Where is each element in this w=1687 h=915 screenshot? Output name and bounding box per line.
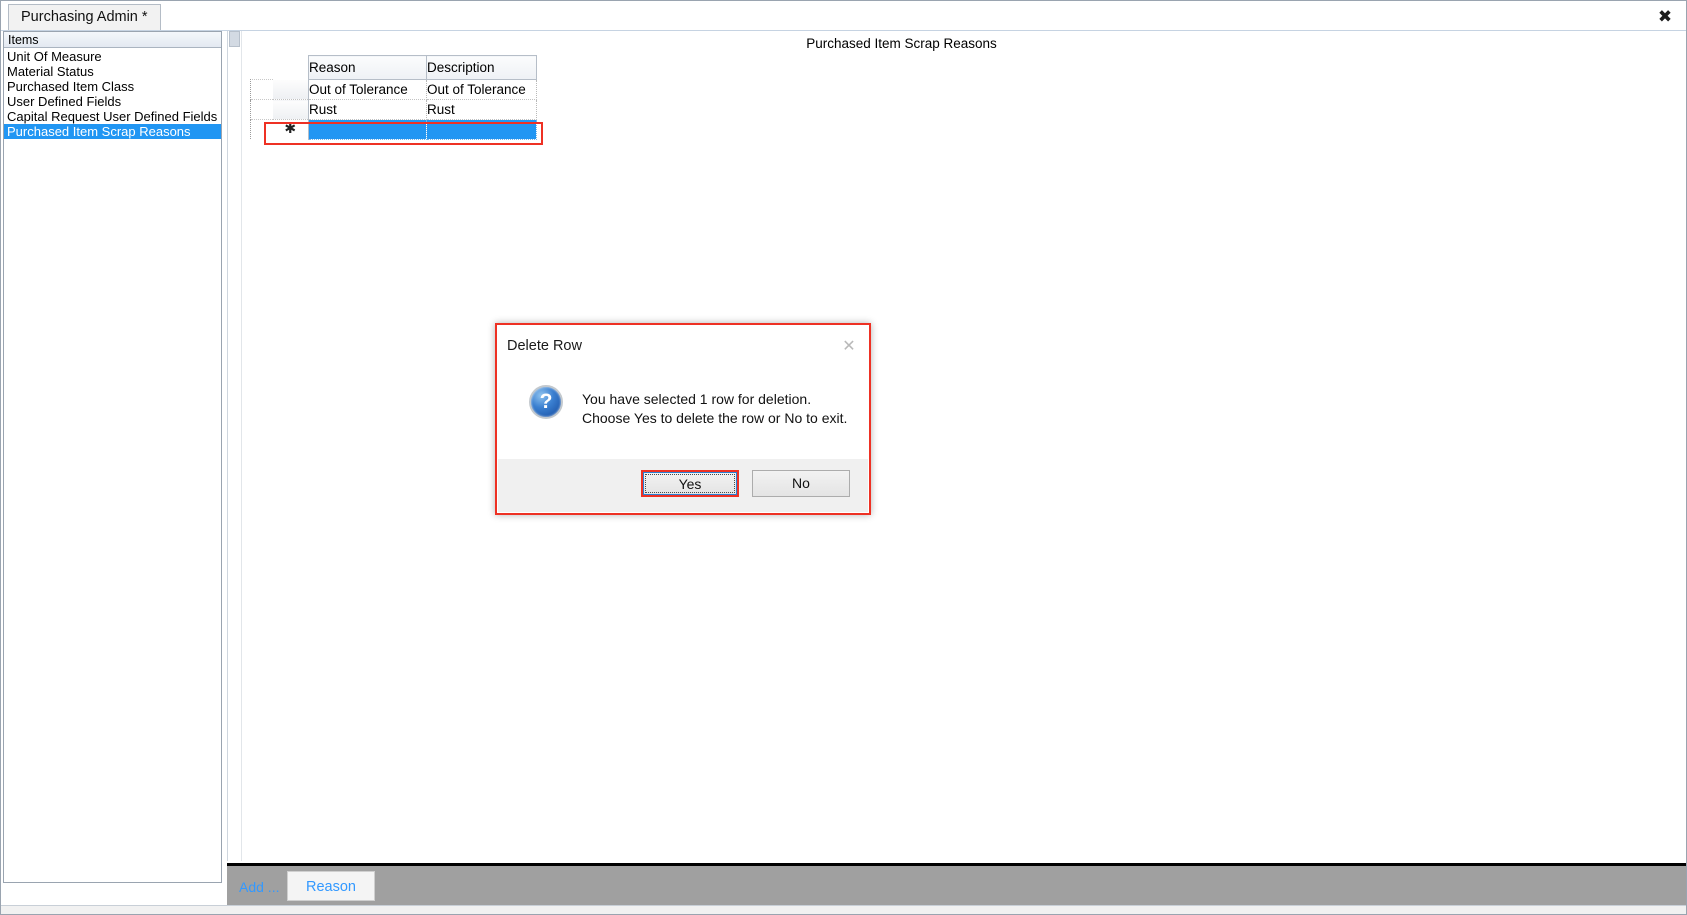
cell-value: Out of Tolerance — [427, 82, 526, 97]
sidebar-item-purchased-item-scrap-reasons[interactable]: Purchased Item Scrap Reasons — [4, 124, 221, 139]
no-button-label: No — [792, 475, 810, 491]
cell-value: Rust — [309, 102, 337, 117]
close-glyph: ✕ — [842, 336, 856, 355]
status-strip — [1, 905, 1686, 914]
sidebar-item-label: User Defined Fields — [7, 94, 122, 109]
cell-description[interactable] — [426, 119, 537, 140]
sidebar-item-label: Capital Request User Defined Fields — [7, 109, 218, 124]
tab-label: Purchasing Admin * — [21, 9, 148, 25]
dialog-footer: Yes No — [498, 459, 868, 512]
sidebar-item-label: Unit Of Measure — [7, 49, 102, 64]
close-icon[interactable]: ✖ — [1655, 7, 1675, 27]
asterisk-icon: ✱ — [284, 121, 297, 137]
sidebar-item-user-defined-fields[interactable]: User Defined Fields — [4, 94, 221, 109]
close-glyph: ✖ — [1657, 7, 1673, 27]
grid-body: Out of Tolerance Out of Tolerance Rust R… — [250, 79, 537, 140]
row-selector[interactable] — [272, 99, 309, 120]
dialog-title-text: Delete Row — [507, 338, 582, 354]
grid-table: Reason Description Out of Tolerance Out … — [250, 55, 537, 140]
cell-description[interactable]: Rust — [426, 99, 537, 120]
cell-reason[interactable]: Rust — [308, 99, 427, 120]
bottom-toolbar: Add ... Reason — [227, 863, 1686, 905]
dialog-body: ? You have selected 1 row for deletion. … — [498, 360, 868, 464]
add-label-text: Add ... — [239, 879, 280, 895]
page-title: Purchased Item Scrap Reasons — [228, 36, 1685, 51]
table-row[interactable]: Out of Tolerance Out of Tolerance — [250, 79, 537, 100]
yes-button-label: Yes — [678, 476, 702, 492]
items-panel-title: Items — [8, 33, 39, 47]
sidebar-item-unit-of-measure[interactable]: Unit Of Measure — [4, 49, 221, 64]
grid-header-row: Reason Description — [251, 55, 537, 80]
dialog-message-line-2: Choose Yes to delete the row or No to ex… — [582, 410, 848, 426]
delete-row-dialog: Delete Row ✕ ? You have selected 1 row f… — [495, 323, 871, 515]
cell-description[interactable]: Out of Tolerance — [426, 79, 537, 100]
grid-gutter-header — [251, 56, 273, 80]
cell-reason[interactable] — [308, 119, 427, 140]
tab-purchasing-admin[interactable]: Purchasing Admin * — [8, 4, 161, 30]
sidebar-item-material-status[interactable]: Material Status — [4, 64, 221, 79]
add-reason-button-label: Reason — [306, 879, 356, 895]
sidebar-item-label: Purchased Item Scrap Reasons — [7, 124, 191, 139]
sidebar-item-purchased-item-class[interactable]: Purchased Item Class — [4, 79, 221, 94]
cell-value: Rust — [427, 102, 455, 117]
window-titlebar: Purchasing Admin * ✖ — [1, 1, 1686, 31]
add-reason-button[interactable]: Reason — [287, 871, 375, 901]
cell-reason[interactable]: Out of Tolerance — [308, 79, 427, 100]
close-icon[interactable]: ✕ — [840, 337, 858, 355]
scrap-reasons-grid[interactable]: Reason Description Out of Tolerance Out … — [250, 55, 543, 145]
column-header-label: Description — [427, 60, 495, 75]
cell-value: Out of Tolerance — [309, 82, 408, 97]
sidebar-item-label: Purchased Item Class — [7, 79, 135, 94]
content-scrollbar[interactable] — [228, 31, 242, 861]
grid-rowheader-header — [273, 56, 309, 80]
items-list[interactable]: Unit Of Measure Material Status Purchase… — [4, 49, 221, 882]
dialog-title: Delete Row — [507, 338, 582, 354]
new-row-indicator[interactable]: ✱ — [272, 119, 309, 139]
row-gutter — [250, 119, 273, 139]
page-title-text: Purchased Item Scrap Reasons — [806, 36, 997, 51]
row-gutter — [250, 99, 273, 120]
sidebar-item-capital-request-user-defined-fields[interactable]: Capital Request User Defined Fields — [4, 109, 221, 124]
column-header-label: Reason — [309, 60, 356, 75]
dialog-message-line-1: You have selected 1 row for deletion. — [582, 391, 812, 407]
add-label[interactable]: Add ... — [239, 879, 279, 895]
column-header-description[interactable]: Description — [426, 55, 537, 80]
table-row[interactable]: Rust Rust — [250, 99, 537, 120]
content-panel: Purchased Item Scrap Reasons Reason Desc… — [227, 31, 1685, 861]
application-window: Purchasing Admin * ✖ Items Unit Of Measu… — [0, 0, 1687, 915]
no-button[interactable]: No — [752, 470, 850, 497]
yes-button[interactable]: Yes — [641, 470, 739, 497]
table-row-new[interactable]: ✱ — [250, 119, 537, 140]
column-header-reason[interactable]: Reason — [308, 55, 427, 80]
dialog-inner: Delete Row ✕ ? You have selected 1 row f… — [497, 325, 869, 513]
question-glyph: ? — [539, 390, 553, 413]
row-selector[interactable] — [272, 79, 309, 100]
row-gutter — [250, 79, 273, 100]
question-icon: ? — [529, 385, 563, 419]
items-panel-header: Items — [4, 32, 221, 48]
sidebar-item-label: Material Status — [7, 64, 94, 79]
dialog-message: You have selected 1 row for deletion. Ch… — [582, 390, 854, 428]
items-panel: Items Unit Of Measure Material Status Pu… — [3, 31, 222, 883]
